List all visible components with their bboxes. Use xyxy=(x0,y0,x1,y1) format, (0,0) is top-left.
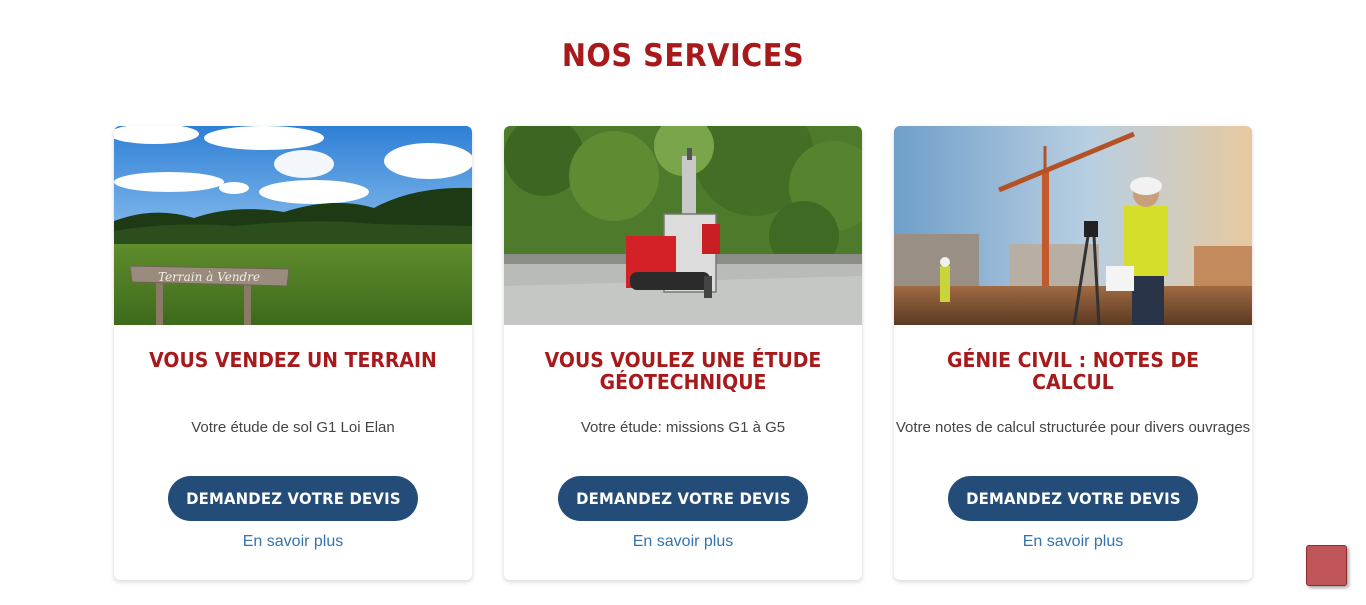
construction-site-image xyxy=(894,126,1252,325)
button-label: DEMANDEZ VOTRE DEVIS xyxy=(185,489,401,508)
card-title-line-1: VOUS VOULEZ UNE ÉTUDE xyxy=(544,348,822,372)
card-description: Votre étude: missions G1 à G5 xyxy=(580,419,786,436)
field-for-sale-image: Terrain à Vendre xyxy=(114,126,472,325)
section-title: NOS SERVICES xyxy=(561,38,805,74)
service-card-genie-civil: GÉNIE CIVIL : NOTES DE CALCUL Votre note… xyxy=(894,126,1252,580)
card-description: Votre étude de sol G1 Loi Elan xyxy=(191,419,395,436)
learn-more-link[interactable]: En savoir plus xyxy=(894,533,1252,551)
drilling-rig-image xyxy=(504,126,862,325)
service-card-terrain: Terrain à Vendre VOUS VENDEZ UN TERRAIN … xyxy=(114,126,472,580)
card-title: GÉNIE CIVIL : NOTES DE CALCUL xyxy=(946,348,1200,394)
request-quote-button[interactable]: DEMANDEZ VOTRE DEVIS xyxy=(558,476,808,521)
card-title: VOUS VENDEZ UN TERRAIN xyxy=(149,348,437,372)
card-title: VOUS VOULEZ UNE ÉTUDE GÉOTECHNIQUE xyxy=(518,349,847,393)
request-quote-button[interactable]: DEMANDEZ VOTRE DEVIS xyxy=(168,476,418,521)
scroll-to-top-button[interactable] xyxy=(1306,545,1347,586)
learn-more-link[interactable]: En savoir plus xyxy=(114,533,472,551)
card-title-line-2: GÉOTECHNIQUE xyxy=(599,370,767,394)
button-label: DEMANDEZ VOTRE DEVIS xyxy=(575,489,791,508)
services-cards: Terrain à Vendre VOUS VENDEZ UN TERRAIN … xyxy=(114,126,1254,580)
service-card-geotechnique: VOUS VOULEZ UNE ÉTUDE GÉOTECHNIQUE Votre… xyxy=(504,126,862,580)
button-label: DEMANDEZ VOTRE DEVIS xyxy=(965,489,1181,508)
svg-text:Terrain à Vendre: Terrain à Vendre xyxy=(158,270,260,284)
request-quote-button[interactable]: DEMANDEZ VOTRE DEVIS xyxy=(948,476,1198,521)
learn-more-link[interactable]: En savoir plus xyxy=(504,533,862,551)
card-description: Votre notes de calcul structurée pour di… xyxy=(895,419,1251,436)
